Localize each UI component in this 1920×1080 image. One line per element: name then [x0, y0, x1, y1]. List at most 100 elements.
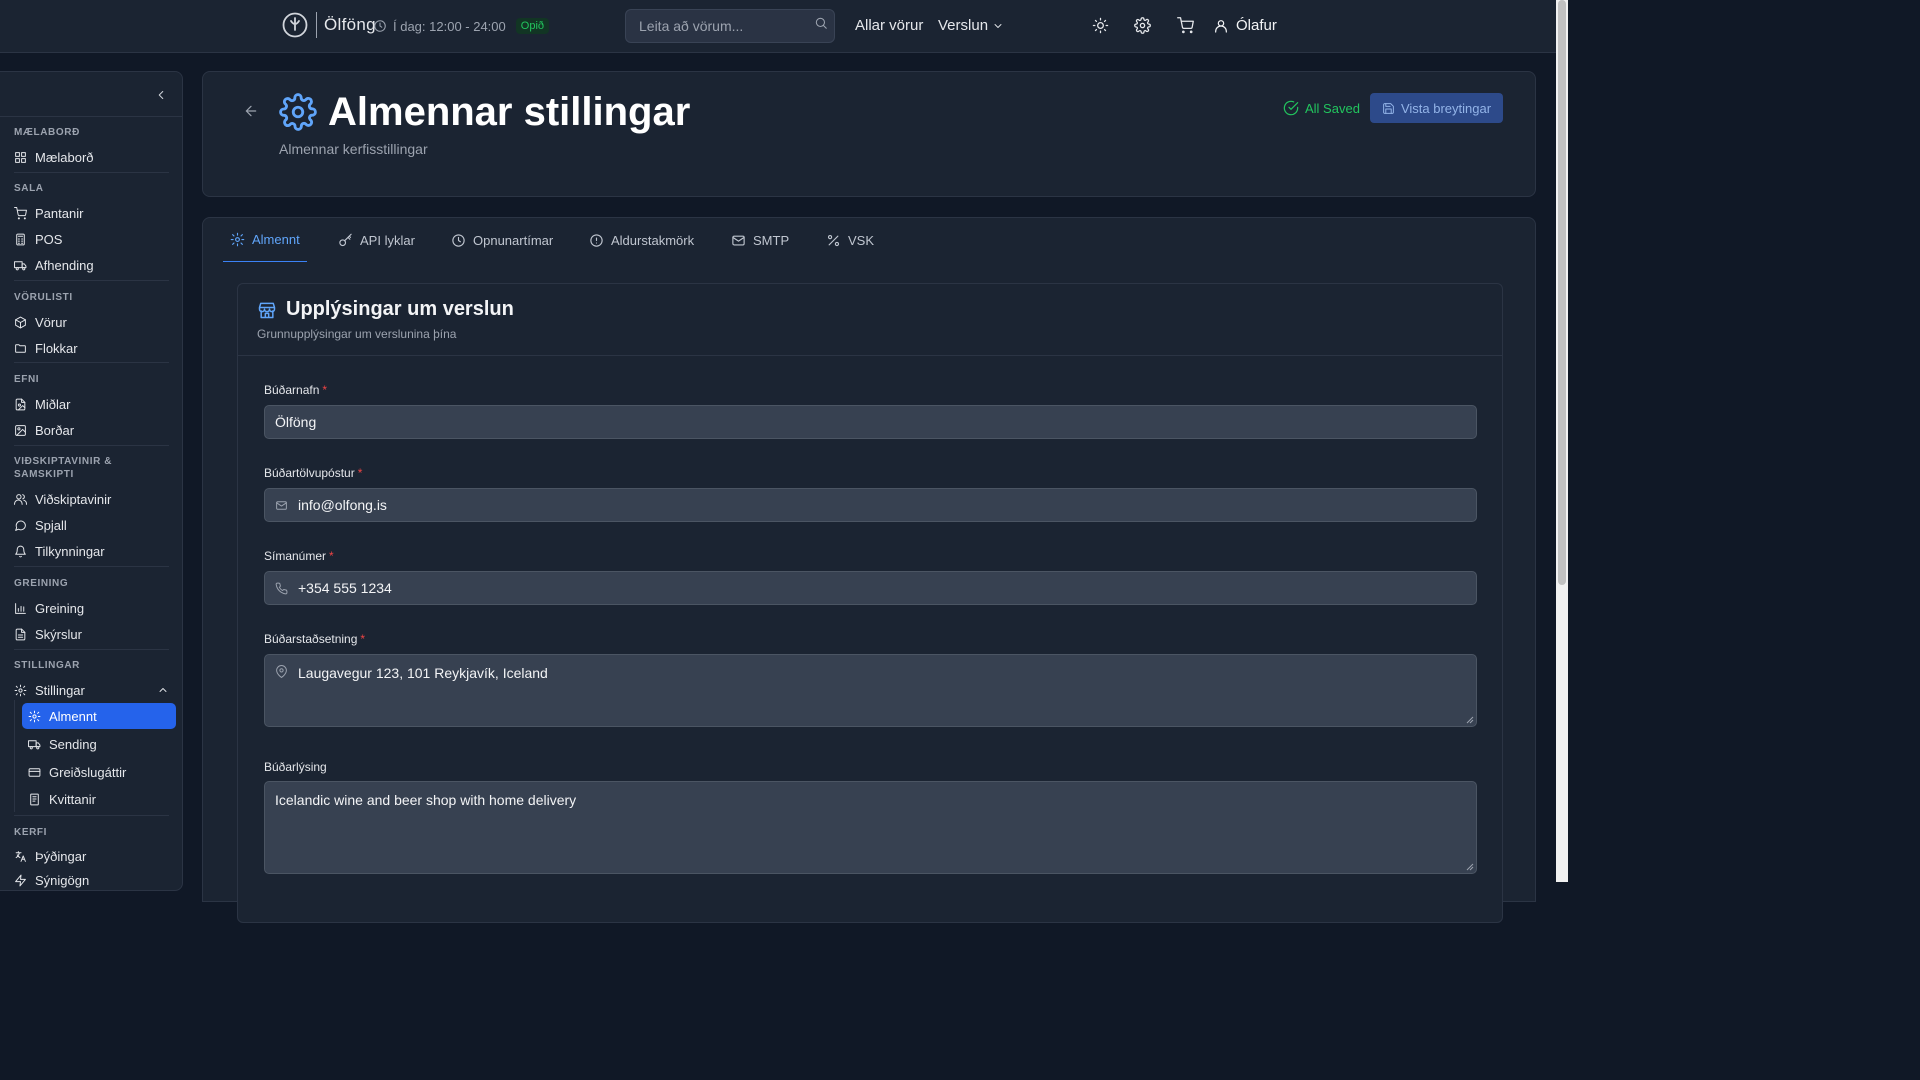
sidebar-item-settings[interactable]: Stillingar [14, 680, 169, 700]
store-email-field[interactable] [264, 488, 1477, 522]
required-marker: * [329, 549, 334, 563]
field-label-text: Búðartölvupóstur [264, 466, 355, 480]
store-name-label: Búðarnafn * [264, 383, 327, 397]
description-textarea[interactable]: Icelandic wine and beer shop with home d… [265, 782, 1476, 873]
all-products-link[interactable]: Allar vörur [855, 17, 923, 34]
sidebar-item-analytics[interactable]: Greining [14, 598, 84, 618]
settings-tabs: Almennt API lyklar Opnunartímar Aldursta… [202, 217, 1536, 263]
save-status-text: All Saved [1305, 100, 1360, 116]
sidebar-separator [14, 172, 169, 173]
sidebar-item-customers[interactable]: Viðskiptavinir [14, 489, 111, 509]
description-label: Búðarlýsing [264, 760, 327, 774]
gear-icon [14, 684, 27, 696]
store-icon [258, 302, 276, 319]
save-button-label: Vista breytingar [1400, 100, 1492, 116]
sidebar-item-label: Viðskiptavinir [35, 491, 112, 507]
sidebar-item-label: Pantanir [35, 205, 84, 221]
scrollbar-thumb[interactable] [1558, 0, 1566, 585]
address-textarea[interactable]: Laugavegur 123, 101 Reykjavík, Iceland [265, 655, 1476, 726]
sidebar-item-translations[interactable]: Þýðingar [14, 846, 86, 866]
top-bar: Ölföng Í dag: 12:00 - 24:00 Opið Allar v… [0, 0, 1556, 53]
search-input[interactable] [626, 10, 834, 42]
logo-text: Ölföng [324, 15, 376, 34]
tab-general[interactable]: Almennt [223, 218, 307, 263]
sidebar-item-media[interactable]: Miðlar [14, 394, 70, 414]
phone-input[interactable] [265, 572, 1476, 604]
sidebar-separator [14, 280, 169, 281]
tab-label: Aldurstakmörk [611, 233, 695, 248]
sidebar-item-demo-data[interactable]: Sýnigögn [14, 870, 89, 890]
sidebar-item-reports[interactable]: Skýrslur [14, 624, 82, 644]
field-label-text: Búðarstaðsetning [264, 632, 358, 646]
sidebar-subitem-payment-gateways[interactable]: Greiðslugáttir [22, 759, 176, 785]
sidebar-subitem-shipping[interactable]: Sending [22, 731, 176, 757]
section-title: Upplýsingar um verslun [286, 298, 514, 320]
save-changes-button[interactable]: Vista breytingar [1370, 93, 1503, 123]
chevron-left-icon[interactable] [154, 88, 168, 102]
sidebar-separator [14, 566, 169, 567]
sidebar-subitem-receipts[interactable]: Kvittanir [22, 786, 176, 812]
resize-handle-icon[interactable] [1466, 863, 1474, 871]
user-menu[interactable]: Ólafur [1213, 17, 1277, 34]
store-name-field[interactable] [264, 405, 1477, 439]
sidebar-item-pos[interactable]: POS [14, 229, 62, 249]
tab-age-restrictions[interactable]: Aldurstakmörk [589, 218, 694, 263]
search-icon[interactable] [814, 16, 828, 30]
sidebar-item-chat[interactable]: Spjall [14, 515, 67, 535]
sidebar-item-delivery[interactable]: Afhending [14, 255, 94, 275]
sidebar-item-notifications[interactable]: Tilkynningar [14, 541, 105, 561]
store-email-label: Búðartölvupóstur * [264, 466, 362, 480]
sidebar-item-banners[interactable]: Borðar [14, 420, 74, 440]
percent-icon [827, 234, 840, 247]
truck-icon [14, 260, 27, 270]
report-icon [15, 628, 26, 640]
description-field[interactable]: Icelandic wine and beer shop with home d… [264, 781, 1477, 874]
phone-field[interactable] [264, 571, 1477, 605]
field-label-text: Búðarlýsing [264, 760, 327, 774]
submenu-line [14, 700, 15, 812]
sidebar-subitem-label: Sending [49, 736, 97, 752]
bell-icon [15, 545, 26, 557]
tab-vat[interactable]: VSK [826, 218, 874, 263]
logo[interactable]: Ölföng [281, 11, 376, 39]
arrow-left-icon[interactable] [243, 103, 259, 119]
sidebar-item-products[interactable]: Vörur [14, 312, 67, 332]
sidebar-subitem-general[interactable]: Almennt [22, 703, 176, 729]
sidebar-section-title: KERFI [14, 827, 47, 838]
address-field[interactable]: Laugavegur 123, 101 Reykjavík, Iceland [264, 654, 1477, 727]
required-marker: * [357, 466, 363, 480]
save-icon [1383, 102, 1394, 114]
receipt-icon [30, 793, 39, 805]
gear-icon [279, 93, 317, 131]
field-label-text: Búðarnafn [264, 383, 320, 397]
tab-opening-hours[interactable]: Opnunartímar [451, 218, 553, 263]
address-label: Búðarstaðsetning * [264, 632, 365, 646]
tab-api-keys[interactable]: API lyklar [338, 218, 415, 263]
mail-icon [732, 235, 745, 246]
sidebar-item-label: Afhending [35, 257, 94, 273]
sidebar-item-label: Vörur [35, 314, 67, 330]
sidebar-item-orders[interactable]: Pantanir [14, 203, 83, 223]
resize-handle-icon[interactable] [1466, 716, 1474, 724]
file-image-icon [15, 398, 26, 410]
sidebar-item-label: Borðar [35, 422, 75, 438]
chevron-up-icon [159, 688, 167, 692]
cart-icon[interactable] [1177, 17, 1194, 34]
sidebar-item-dashboard[interactable]: Mælaborð [14, 147, 94, 167]
store-menu[interactable]: Verslun [938, 17, 1004, 34]
store-email-input[interactable] [265, 489, 1476, 521]
chat-icon [15, 520, 26, 531]
chevron-down-icon [994, 23, 1002, 28]
sidebar-item-label: Stillingar [35, 682, 85, 698]
gear-icon[interactable] [1134, 17, 1151, 34]
search-box[interactable] [625, 9, 835, 43]
sidebar-item-label: Þýðingar [35, 848, 87, 864]
sun-icon[interactable] [1092, 17, 1109, 34]
required-marker: * [360, 632, 366, 646]
store-name-input[interactable] [265, 406, 1476, 438]
image-icon [15, 424, 26, 436]
page-scrollbar[interactable] [1556, 0, 1568, 882]
sidebar-item-categories[interactable]: Flokkar [14, 338, 78, 358]
clock-icon [452, 234, 465, 247]
tab-smtp[interactable]: SMTP [731, 218, 789, 263]
